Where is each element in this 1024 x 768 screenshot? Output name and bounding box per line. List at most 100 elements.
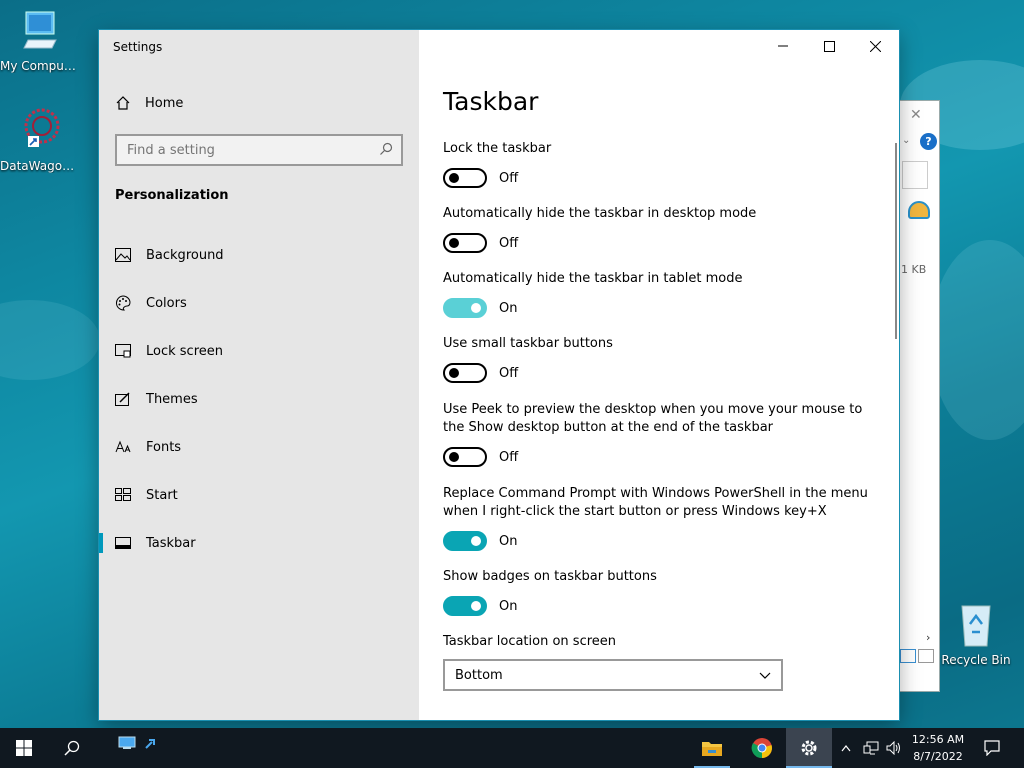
toggle-state-text: On xyxy=(499,301,518,316)
clock-time: 12:56 AM xyxy=(911,733,965,746)
windows-logo-icon xyxy=(16,740,32,756)
sidebar-item-themes[interactable]: Themes xyxy=(99,379,419,419)
sidebar-item-label: Background xyxy=(146,247,224,263)
desktop-icon-recycle-bin[interactable]: Recycle Bin xyxy=(936,602,1016,667)
toggle-autohide-desktop[interactable] xyxy=(443,233,487,253)
sidebar-item-label: Colors xyxy=(146,295,187,311)
tiles-view-icon[interactable] xyxy=(918,649,934,663)
home-label: Home xyxy=(145,95,184,111)
sidebar-item-start[interactable]: Start xyxy=(99,475,419,515)
quicklaunch-datawagon-icon[interactable] xyxy=(142,723,160,763)
setting-label-lock-taskbar: Lock the taskbar xyxy=(443,141,552,156)
volume-icon xyxy=(886,741,900,755)
sidebar-item-label: Lock screen xyxy=(146,343,223,359)
category-heading: Personalization xyxy=(115,188,229,203)
background-explorer-window[interactable]: ✕ ? ⌄ 1 KB › xyxy=(895,100,940,692)
chevron-up-icon xyxy=(841,745,851,752)
background-icon xyxy=(115,247,131,263)
taskbar-chrome[interactable] xyxy=(740,728,784,768)
taskbar: 12:56 AM 8/7/2022 xyxy=(0,728,1024,768)
search-button[interactable] xyxy=(48,728,96,768)
toggle-knob xyxy=(449,452,459,462)
show-hidden-icons-button[interactable] xyxy=(838,728,854,768)
toggle-small-buttons[interactable] xyxy=(443,363,487,383)
setting-label-autohide-desktop: Automatically hide the taskbar in deskto… xyxy=(443,206,757,221)
desktop-icon-my-computer[interactable]: My Computer xyxy=(0,10,80,73)
search-icon[interactable] xyxy=(379,142,393,156)
toggle-knob xyxy=(449,368,459,378)
toggle-knob xyxy=(471,303,481,313)
sidebar-item-colors[interactable]: Colors xyxy=(99,283,419,323)
settings-sidebar: Settings Home Personalization Background xyxy=(99,30,419,720)
setting-label-peek: Use Peek to preview the desktop when you… xyxy=(443,402,863,435)
details-view-icon[interactable] xyxy=(900,649,916,663)
palette-icon xyxy=(115,295,131,311)
help-icon[interactable]: ? xyxy=(920,133,937,150)
active-indicator xyxy=(99,533,103,553)
chevron-down-icon xyxy=(759,672,771,679)
fonts-icon xyxy=(115,439,131,455)
gear-icon xyxy=(801,740,817,756)
search-box[interactable] xyxy=(115,134,403,166)
toggle-state-text: Off xyxy=(499,366,519,381)
toggle-knob xyxy=(471,601,481,611)
toggle-knob xyxy=(449,173,459,183)
quicklaunch-desktop-icon[interactable] xyxy=(116,723,138,763)
window-title: Settings xyxy=(113,40,163,54)
clock[interactable]: 12:56 AM 8/7/2022 xyxy=(906,731,970,765)
sidebar-item-label: Taskbar xyxy=(146,535,196,551)
sidebar-item-label: Start xyxy=(146,487,178,503)
shell-icon xyxy=(908,201,930,219)
chevron-down-icon[interactable]: ⌄ xyxy=(902,135,910,146)
taskbar-location-dropdown[interactable]: Bottom xyxy=(443,659,783,691)
network-button[interactable] xyxy=(860,728,882,768)
lock-screen-icon xyxy=(115,343,131,359)
home-icon xyxy=(116,96,130,110)
toggle-state-text: On xyxy=(499,534,518,549)
toggle-badges[interactable] xyxy=(443,596,487,616)
toggle-state-text: On xyxy=(499,599,518,614)
chrome-icon xyxy=(751,738,772,759)
settings-content: Taskbar Lock the taskbar Off Automatical… xyxy=(419,30,899,720)
address-box[interactable] xyxy=(902,161,928,189)
search-input[interactable] xyxy=(117,136,367,164)
toggle-powershell[interactable] xyxy=(443,531,487,551)
notification-icon xyxy=(984,740,1000,756)
taskbar-settings[interactable] xyxy=(786,728,832,768)
setting-label-powershell: Replace Command Prompt with Windows Powe… xyxy=(443,486,868,519)
sidebar-item-fonts[interactable]: Fonts xyxy=(99,427,419,467)
setting-label-badges: Show badges on taskbar buttons xyxy=(443,569,657,584)
network-icon xyxy=(863,741,879,755)
volume-button[interactable] xyxy=(884,728,904,768)
dropdown-value: Bottom xyxy=(455,667,503,683)
toggle-autohide-tablet[interactable] xyxy=(443,298,487,318)
toggle-lock-taskbar[interactable] xyxy=(443,168,487,188)
action-center-button[interactable] xyxy=(976,728,1008,768)
toggle-knob xyxy=(449,238,459,248)
page-title: Taskbar xyxy=(443,87,539,116)
toggle-knob xyxy=(471,536,481,546)
scroll-right-icon[interactable]: › xyxy=(926,631,930,644)
file-size-text: 1 KB xyxy=(901,263,927,276)
toggle-peek[interactable] xyxy=(443,447,487,467)
start-button[interactable] xyxy=(0,728,48,768)
setting-label-small-buttons: Use small taskbar buttons xyxy=(443,336,613,351)
datawagon-icon xyxy=(24,108,60,147)
toggle-state-text: Off xyxy=(499,236,519,251)
sidebar-item-lock-screen[interactable]: Lock screen xyxy=(99,331,419,371)
sidebar-item-taskbar[interactable]: Taskbar xyxy=(99,523,419,563)
home-nav-item[interactable]: Home xyxy=(115,93,183,113)
recycle-bin-icon xyxy=(961,605,991,647)
scrollbar[interactable] xyxy=(895,143,897,339)
sidebar-item-background[interactable]: Background xyxy=(99,235,419,275)
sidebar-item-label: Fonts xyxy=(146,439,182,455)
taskbar-icon xyxy=(115,535,131,551)
taskbar-file-explorer[interactable] xyxy=(690,728,734,768)
sidebar-item-label: Themes xyxy=(146,391,198,407)
toggle-state-text: Off xyxy=(499,450,519,465)
close-icon[interactable]: ✕ xyxy=(910,107,922,123)
desktop-icon-label: My Computer xyxy=(0,59,80,73)
clock-date: 8/7/2022 xyxy=(913,750,963,763)
desktop-icon-datawagon[interactable]: DataWagon... xyxy=(0,106,80,173)
search-icon xyxy=(64,740,80,756)
